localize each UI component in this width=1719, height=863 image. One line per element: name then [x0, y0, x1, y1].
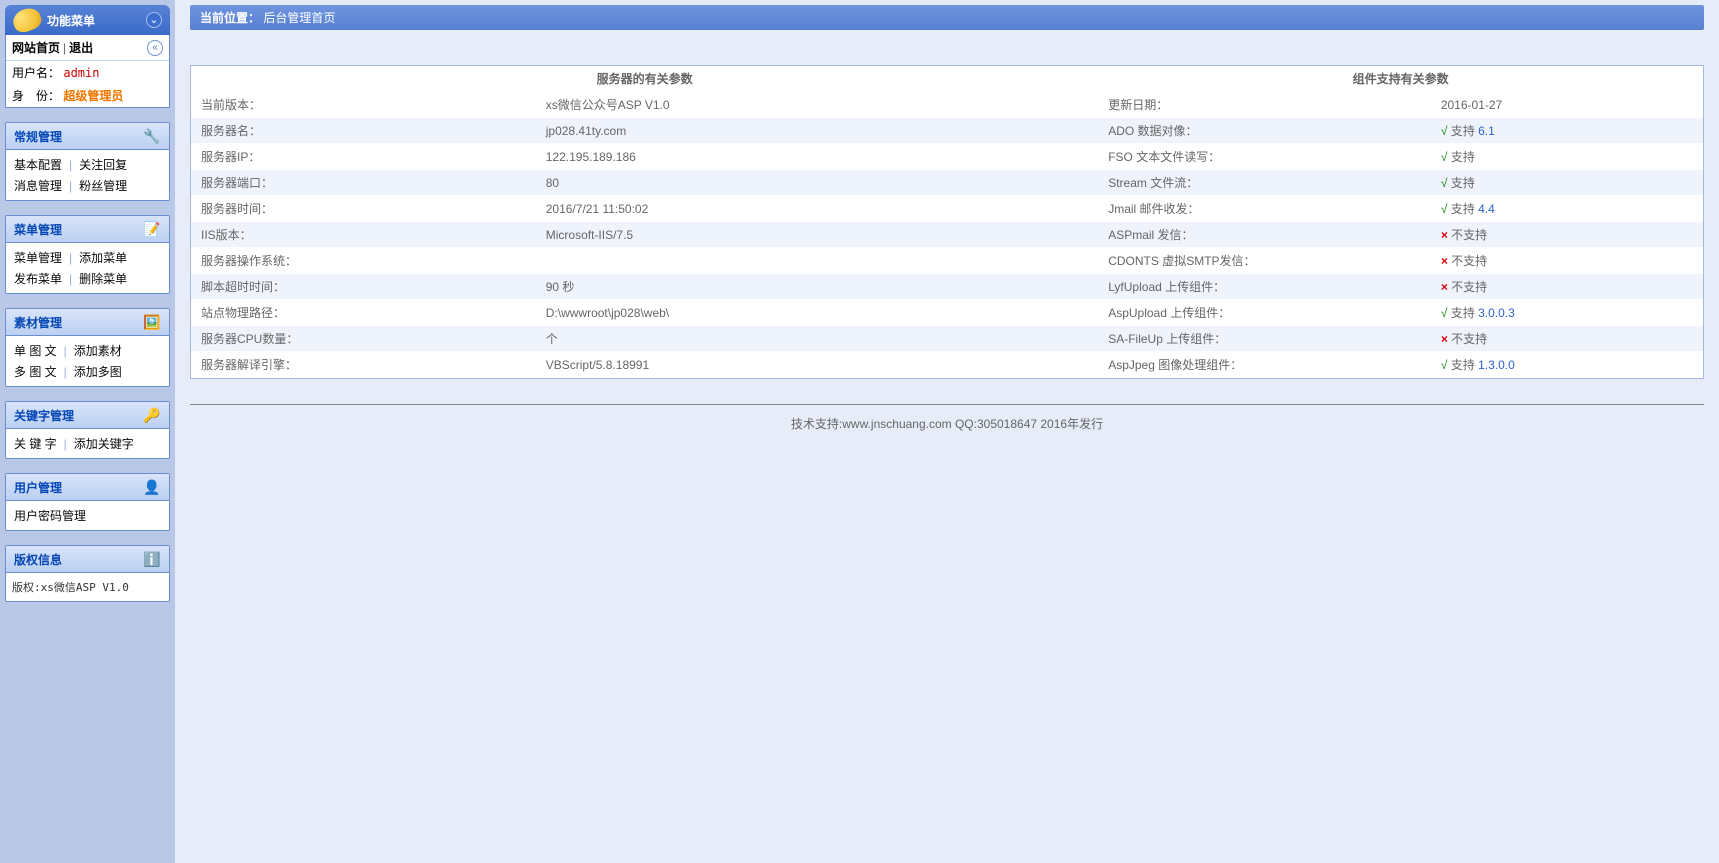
section-icon: ℹ️ — [143, 550, 161, 568]
sidebar-title: 功能菜单 — [47, 12, 95, 29]
server-table-title: 服务器的有关参数 — [191, 66, 1098, 92]
table-row: 当前版本：xs微信公众号ASP V1.0 — [191, 92, 1098, 118]
table-row: 站点物理路径：D:\wwwroot\jp028\web\ — [191, 300, 1098, 326]
menu-section-title[interactable]: 用户管理👤 — [6, 474, 169, 501]
server-params-table: 服务器的有关参数 当前版本：xs微信公众号ASP V1.0服务器名：jp028.… — [191, 66, 1098, 378]
menu-link[interactable]: 发布菜单 — [12, 270, 64, 287]
table-row: SA-FileUp 上传组件：× 不支持 — [1098, 326, 1703, 352]
user-name: admin — [63, 66, 99, 80]
table-row: 服务器时间：2016/7/21 11:50:02 — [191, 196, 1098, 222]
table-row: 服务器名：jp028.41ty.com — [191, 118, 1098, 144]
menu-section: 菜单管理📝菜单管理|添加菜单发布菜单|删除菜单 — [5, 215, 170, 294]
menu-section-title[interactable]: 版权信息ℹ️ — [6, 546, 169, 573]
table-row: CDONTS 虚拟SMTP发信：× 不支持 — [1098, 248, 1703, 274]
menu-link[interactable]: 添加关键字 — [72, 435, 136, 452]
section-icon: 📝 — [143, 220, 161, 238]
table-row: AspUpload 上传组件：√ 支持 3.0.0.3 — [1098, 300, 1703, 326]
crumb-prefix: 当前位置： — [200, 11, 260, 25]
menu-link[interactable]: 关注回复 — [77, 156, 129, 173]
menu-section-title[interactable]: 菜单管理📝 — [6, 216, 169, 243]
x-icon: × — [1441, 280, 1451, 294]
menu-section: 关键字管理🔑关 键 字|添加关键字 — [5, 401, 170, 459]
menu-link[interactable]: 粉丝管理 — [77, 177, 129, 194]
menu-link[interactable]: 添加菜单 — [77, 249, 129, 266]
user-name-label: 用户名： — [12, 66, 60, 80]
table-row: FSO 文本文件读写：√ 支持 — [1098, 144, 1703, 170]
table-row: 服务器端口：80 — [191, 170, 1098, 196]
check-icon: √ — [1441, 176, 1451, 190]
table-row: AspJpeg 图像处理组件：√ 支持 1.3.0.0 — [1098, 352, 1703, 378]
main-panel: 当前位置： 后台管理首页 服务器的有关参数 当前版本：xs微信公众号ASP V1… — [175, 0, 1719, 863]
collapse-all-icon[interactable]: ⌄ — [146, 12, 162, 28]
check-icon: √ — [1441, 124, 1451, 138]
section-icon: 👤 — [143, 478, 161, 496]
section-icon: 🔑 — [143, 406, 161, 424]
table-row: LyfUpload 上传组件：× 不支持 — [1098, 274, 1703, 300]
menu-section: 版权信息ℹ️ 版权:xs微信ASP V1.0 — [5, 545, 170, 602]
check-icon: √ — [1441, 306, 1451, 320]
menu-section-title[interactable]: 常规管理🔧 — [6, 123, 169, 150]
table-row: 服务器操作系统： — [191, 248, 1098, 274]
x-icon: × — [1441, 332, 1451, 346]
sidebar-header: 功能菜单 ⌄ — [5, 5, 170, 35]
x-icon: × — [1441, 228, 1451, 242]
menu-link[interactable]: 菜单管理 — [12, 249, 64, 266]
collapse-icon[interactable]: « — [147, 40, 163, 56]
hand-icon — [10, 5, 44, 35]
content: 服务器的有关参数 当前版本：xs微信公众号ASP V1.0服务器名：jp028.… — [190, 65, 1704, 379]
check-icon: √ — [1441, 150, 1451, 164]
menu-section-title[interactable]: 关键字管理🔑 — [6, 402, 169, 429]
check-icon: √ — [1441, 202, 1451, 216]
menu-link[interactable]: 消息管理 — [12, 177, 64, 194]
table-row: 更新日期：2016-01-27 — [1098, 92, 1703, 118]
table-row: IIS版本：Microsoft-IIS/7.5 — [191, 222, 1098, 248]
user-role: 超级管理员 — [63, 89, 123, 103]
check-icon: √ — [1441, 358, 1451, 372]
table-row: 服务器CPU数量：个 — [191, 326, 1098, 352]
component-support-table: 组件支持有关参数 更新日期：2016-01-27ADO 数据对像：√ 支持 6.… — [1098, 66, 1703, 378]
table-row: Jmail 邮件收发：√ 支持 4.4 — [1098, 196, 1703, 222]
menu-link[interactable]: 基本配置 — [12, 156, 64, 173]
menu-section-title[interactable]: 素材管理🖼️ — [6, 309, 169, 336]
sidebar: 功能菜单 ⌄ 网站首页 | 退出 « 用户名： admin 身 份： 超级管理员… — [0, 0, 175, 863]
divider — [190, 404, 1704, 405]
menu-link[interactable]: 添加素材 — [72, 342, 124, 359]
menu-link[interactable]: 多 图 文 — [12, 363, 59, 380]
menu-section: 用户管理👤 用户密码管理 — [5, 473, 170, 531]
link-logout[interactable]: 退出 — [69, 39, 93, 56]
user-role-label: 身 份： — [12, 89, 60, 103]
menu-link[interactable]: 添加多图 — [72, 363, 124, 380]
table-row: Stream 文件流：√ 支持 — [1098, 170, 1703, 196]
menu-link[interactable]: 用户密码管理 — [12, 507, 88, 524]
menu-link[interactable]: 单 图 文 — [12, 342, 59, 359]
breadcrumb: 当前位置： 后台管理首页 — [190, 5, 1704, 30]
menu-section: 常规管理🔧基本配置|关注回复消息管理|粉丝管理 — [5, 122, 170, 201]
user-box: 网站首页 | 退出 « 用户名： admin 身 份： 超级管理员 — [5, 35, 170, 108]
crumb-location: 后台管理首页 — [263, 11, 335, 25]
x-icon: × — [1441, 254, 1451, 268]
section-icon: 🖼️ — [143, 313, 161, 331]
table-row: 服务器IP：122.195.189.186 — [191, 144, 1098, 170]
table-row: ASPmail 发信：× 不支持 — [1098, 222, 1703, 248]
menu-section: 素材管理🖼️单 图 文|添加素材多 图 文|添加多图 — [5, 308, 170, 387]
link-site-home[interactable]: 网站首页 — [12, 39, 60, 56]
comp-table-title: 组件支持有关参数 — [1098, 66, 1703, 92]
section-icon: 🔧 — [143, 127, 161, 145]
version-text: 版权:xs微信ASP V1.0 — [12, 577, 163, 597]
table-row: ADO 数据对像：√ 支持 6.1 — [1098, 118, 1703, 144]
menu-link[interactable]: 关 键 字 — [12, 435, 59, 452]
table-row: 服务器解译引擎：VBScript/5.8.18991 — [191, 352, 1098, 378]
footer-text: 技术支持:www.jnschuang.com QQ:305018647 2016… — [190, 415, 1704, 452]
table-row: 脚本超时时间：90 秒 — [191, 274, 1098, 300]
menu-link[interactable]: 删除菜单 — [77, 270, 129, 287]
